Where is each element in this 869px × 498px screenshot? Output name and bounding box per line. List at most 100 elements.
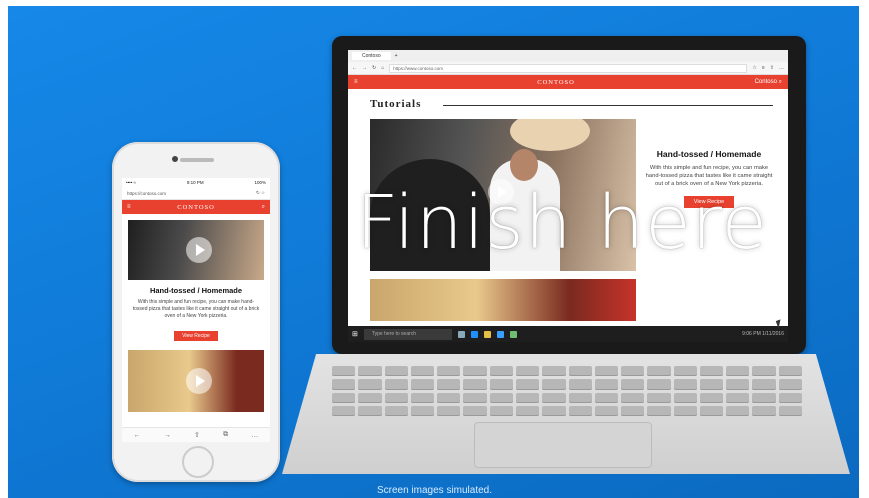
phone-more-icon[interactable]: … [251, 432, 258, 439]
browser-tab[interactable]: Contoso [352, 52, 391, 60]
keyboard-key [647, 405, 671, 416]
keyboard-key [358, 405, 382, 416]
new-tab-icon[interactable]: + [395, 53, 398, 59]
keyboard-key [726, 366, 750, 377]
stage: Contoso + ← → ↻ ⌂ https://www.contoso.co… [0, 0, 869, 498]
keyboard-key [778, 405, 802, 416]
edge-icon[interactable] [470, 330, 478, 338]
keyboard-key [489, 366, 513, 377]
phone-recipe-description: With this simple and fun recipe, you can… [132, 299, 260, 319]
keyboard-key [542, 405, 566, 416]
phone-play-icon-2[interactable] [186, 368, 212, 395]
keyboard-key [568, 405, 592, 416]
taskbar-search[interactable]: Type here to search [363, 328, 452, 340]
phone-site-header: ≡ CONTOSO ⌕ [122, 200, 270, 214]
keyboard-key [726, 392, 750, 403]
tray-time: 9:06 PM [742, 331, 761, 337]
keyboard-key [437, 405, 461, 416]
keyboard-key [410, 392, 435, 403]
keyboard [332, 366, 802, 416]
address-bar[interactable]: https://www.contoso.com [389, 63, 748, 73]
trackpad [474, 422, 652, 468]
keyboard-key [410, 366, 435, 377]
favorites-icon[interactable]: ☆ [752, 65, 756, 71]
browser-toolbar: ← → ↻ ⌂ https://www.contoso.com ☆ ≡ ⇧ … [348, 62, 788, 75]
phone-back-icon[interactable]: ← [134, 432, 141, 439]
more-icon[interactable]: … [779, 65, 784, 71]
chef-head-image [510, 149, 538, 181]
hub-icon[interactable]: ≡ [762, 65, 765, 71]
section-title: Tutorials [370, 98, 422, 110]
keyboard-key [463, 366, 487, 377]
phone-play-icon[interactable] [186, 237, 212, 263]
system-tray: 9:06 PM 1/11/2016 [742, 331, 784, 337]
phone-search-icon[interactable]: ⌕ [262, 204, 265, 211]
site-header-link[interactable]: Contoso [755, 79, 777, 85]
keyboard-key [410, 379, 435, 390]
keyboard-key [332, 405, 356, 416]
keyboard-key [463, 405, 487, 416]
keyboard-key [332, 392, 356, 403]
phone-video-thumbnail[interactable] [128, 220, 264, 280]
phone-forward-icon[interactable]: → [164, 432, 171, 439]
keyboard-key [673, 379, 697, 390]
store-icon[interactable] [496, 330, 504, 338]
back-icon[interactable]: ← [352, 65, 357, 71]
keyboard-key [673, 366, 697, 377]
keyboard-key [410, 405, 435, 416]
browser-tabbar: Contoso + [348, 50, 788, 62]
hamburger-menu-icon[interactable]: ≡ [354, 79, 358, 85]
keyboard-key [594, 366, 619, 377]
mail-icon[interactable] [509, 330, 517, 338]
keyboard-key [647, 379, 671, 390]
keyboard-key [699, 366, 724, 377]
keyboard-key [699, 379, 724, 390]
video-thumbnail-pasta[interactable] [370, 279, 636, 321]
keyboard-key [594, 392, 619, 403]
windows-start-icon[interactable]: ⊞ [352, 330, 358, 338]
pizza-dough-image [510, 119, 590, 151]
keyboard-key [332, 379, 356, 390]
file-explorer-icon[interactable] [483, 330, 491, 338]
keyboard-key [752, 366, 776, 377]
keyboard-key [437, 392, 461, 403]
carrier-signal: •••• ≈ [126, 180, 137, 185]
keyboard-key [515, 392, 540, 403]
keyboard-key [437, 366, 461, 377]
keyboard-key [542, 392, 566, 403]
phone-home-button[interactable] [182, 446, 214, 478]
phone-address-bar: https://contoso.com ↻ ☆ [122, 187, 270, 200]
forward-icon[interactable]: → [362, 65, 367, 71]
refresh-icon[interactable]: ↻ [372, 65, 376, 71]
phone-refresh-icon[interactable]: ↻ ☆ [256, 190, 265, 196]
phone-tabs-icon[interactable]: ⧉ [223, 431, 228, 439]
phone-view-recipe-button[interactable]: View Recipe [174, 331, 218, 342]
home-icon[interactable]: ⌂ [381, 65, 384, 71]
keyboard-key [463, 392, 487, 403]
keyboard-key [621, 405, 645, 416]
site-logo[interactable]: CONTOSO [537, 79, 575, 86]
keyboard-key [489, 392, 513, 403]
keyboard-key [621, 366, 645, 377]
phone-url[interactable]: https://contoso.com [127, 191, 166, 196]
keyboard-key [673, 392, 697, 403]
site-header: ≡ CONTOSO Contoso ⌕ [348, 75, 788, 89]
phone-screen: •••• ≈ 9:10 PM 100% https://contoso.com … [122, 178, 270, 442]
share-icon[interactable]: ⇧ [770, 65, 774, 71]
keyboard-key [489, 379, 513, 390]
footer-note: Screen images simulated. [376, 485, 493, 496]
keyboard-key [568, 392, 592, 403]
search-icon[interactable]: ⌕ [779, 79, 782, 85]
phone-site-logo[interactable]: CONTOSO [177, 204, 215, 211]
phone-share-icon[interactable]: ⇧ [194, 431, 200, 439]
keyboard-key [621, 392, 645, 403]
task-view-icon[interactable] [457, 330, 465, 338]
keyboard-key [647, 392, 671, 403]
keyboard-key [384, 366, 408, 377]
keyboard-key [568, 379, 592, 390]
keyboard-key [673, 405, 697, 416]
keyboard-key [384, 405, 408, 416]
phone-video-thumbnail-pasta[interactable] [128, 350, 264, 413]
keyboard-key [752, 379, 776, 390]
phone-menu-icon[interactable]: ≡ [127, 204, 131, 210]
